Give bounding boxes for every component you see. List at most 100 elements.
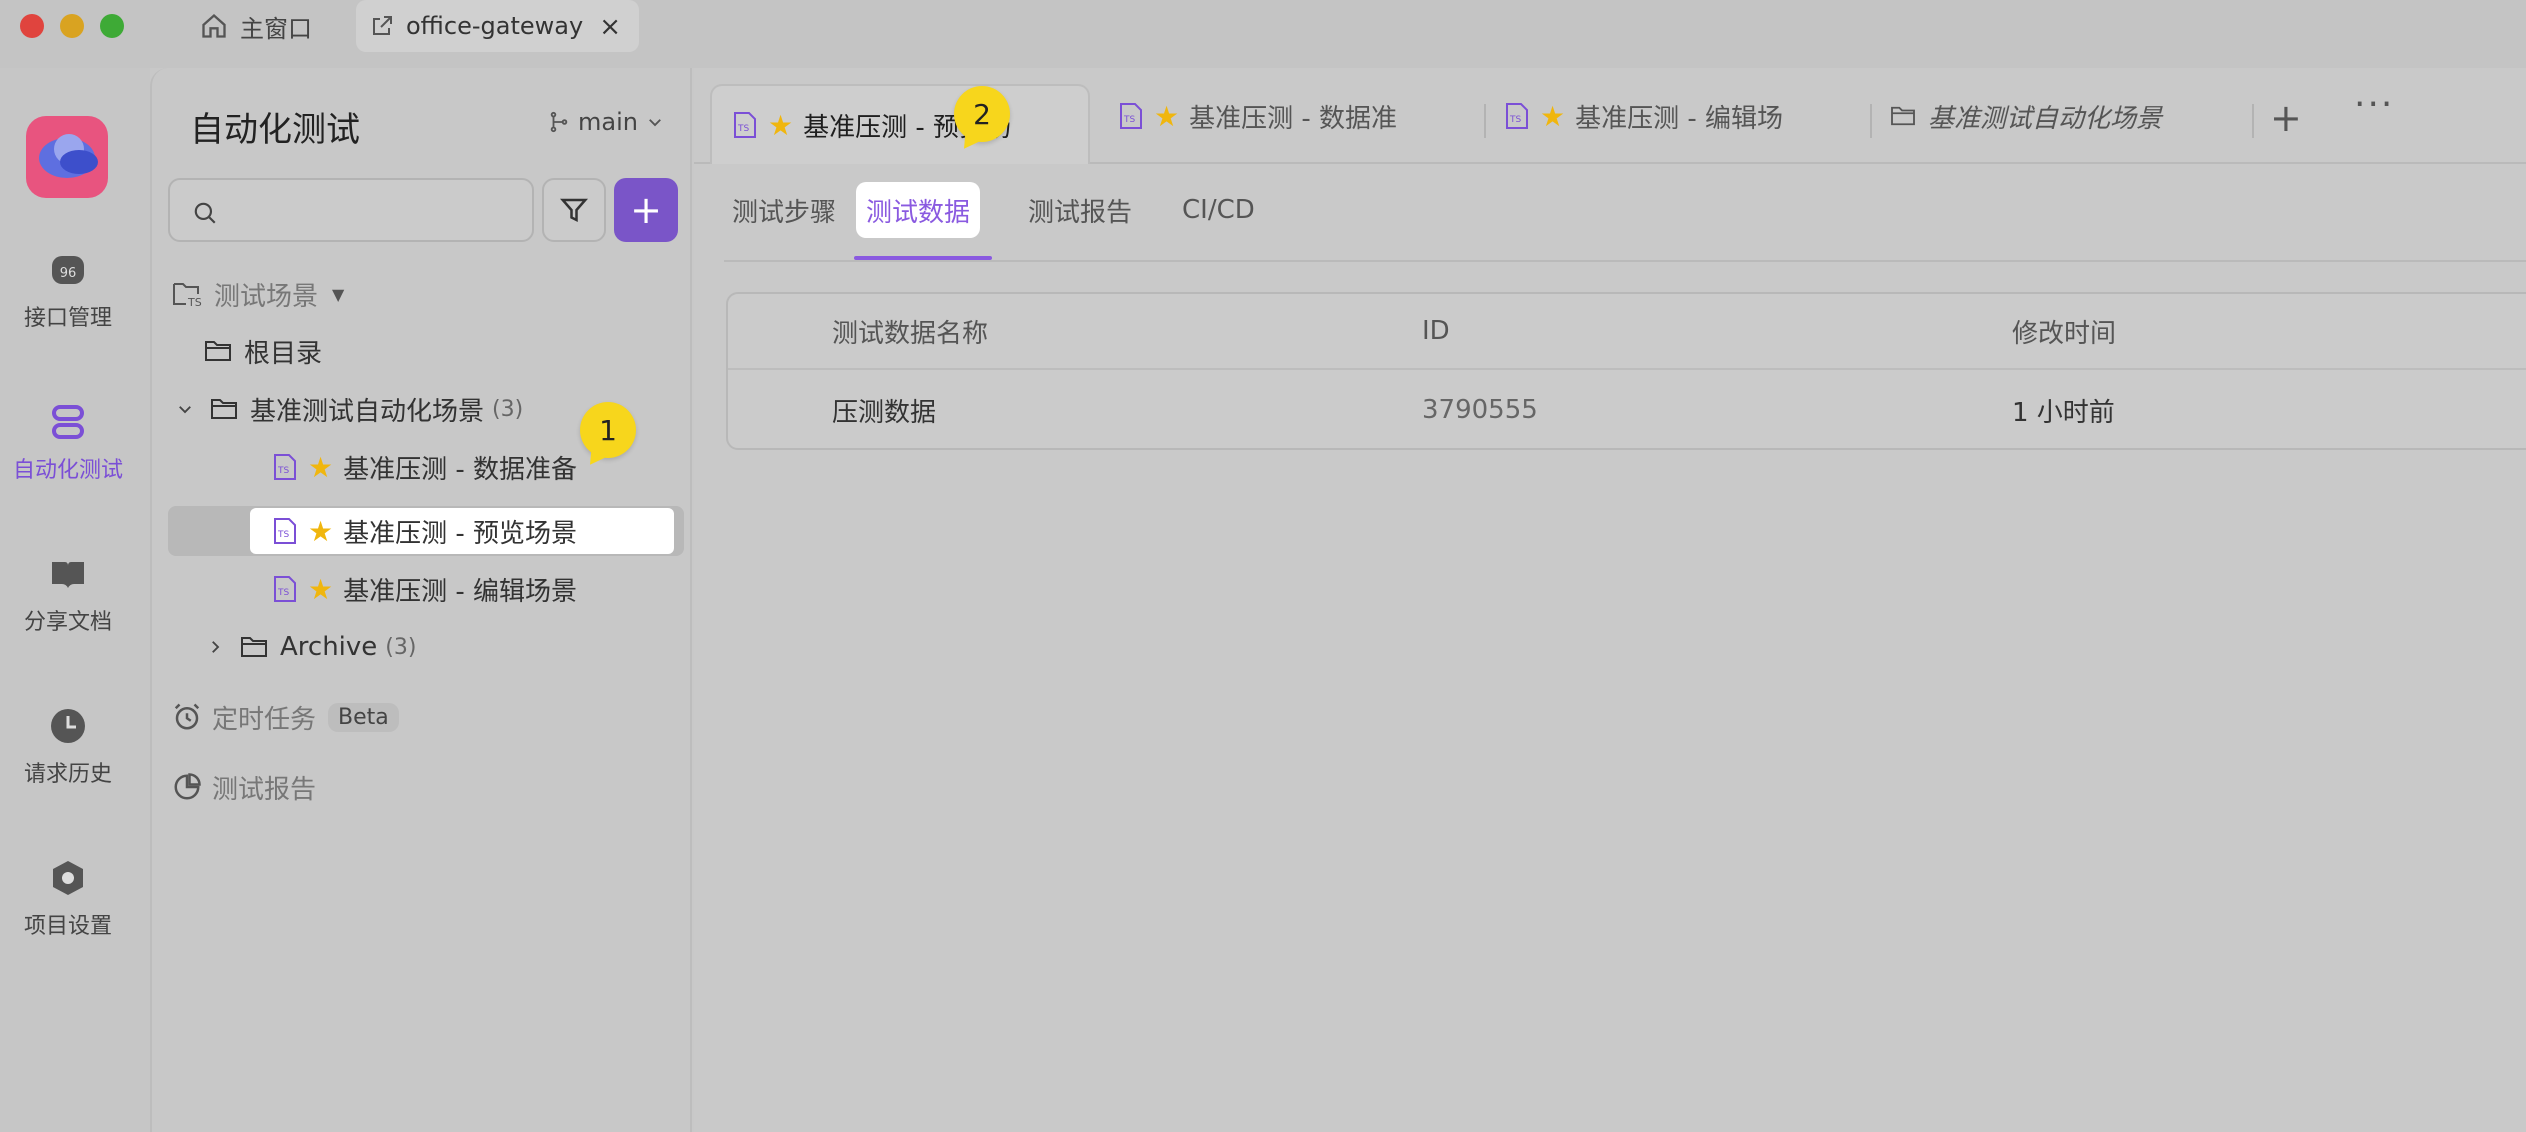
chevron-down-icon (176, 400, 194, 418)
folder-icon (204, 339, 232, 363)
api-icon: 96 (48, 250, 88, 290)
ts-file-icon: TS (1118, 102, 1144, 130)
folder-icon (210, 397, 238, 421)
external-link-icon (370, 14, 394, 38)
caret-down-icon: ▼ (332, 284, 345, 304)
pie-chart-icon (172, 772, 202, 802)
tab-test-steps[interactable]: 测试步骤 (732, 182, 836, 238)
ts-file-icon: TS (272, 575, 298, 603)
window-tab-home[interactable]: 主窗口 (200, 0, 312, 52)
chevron-right-icon (206, 638, 224, 656)
star-icon: ★ (308, 572, 334, 606)
doc-tab-label: 基准压测 - 编辑场 (1575, 103, 1784, 134)
window-tab-label: office-gateway (406, 12, 584, 40)
add-button[interactable]: + (614, 178, 678, 242)
tree-root[interactable]: 根目录 (204, 327, 322, 375)
folder-label: Archive (280, 632, 378, 662)
table-cell-modified: 1 小时前 (2012, 397, 2115, 428)
doc-tab-folder[interactable]: 基准测试自动化场景 (1890, 84, 2230, 148)
ts-file-icon: TS (732, 111, 758, 139)
tab-test-data[interactable]: 测试数据 (856, 182, 981, 238)
new-tab-button[interactable]: + (2270, 96, 2302, 140)
main-panel: TS ★ 基准压测 - 预览场 TS ★ 基准压测 - 数据准 TS ★ 基准压… (694, 68, 2526, 1132)
close-tab-icon[interactable]: × (599, 12, 621, 42)
rail-item-label: 请求历史 (23, 762, 112, 787)
maximize-window-button[interactable] (100, 14, 124, 38)
sidebar: 自动化测试 main + TS 测试场景 ▼ 根目录 基准测试自动化场景 (3)… (150, 68, 692, 1132)
scheduled-tasks-label: 定时任务 (212, 704, 317, 735)
test-data-table: 测试数据名称 ID 修改时间 压测数据 3790555 1 小时前 (726, 292, 2526, 450)
book-icon (48, 554, 88, 594)
app-logo[interactable] (26, 116, 108, 198)
annotation-marker-1: 1 (580, 402, 636, 458)
svg-text:TS: TS (277, 466, 289, 476)
ts-file-icon: TS (272, 453, 298, 481)
sub-tab-bar: 测试步骤 测试数据 测试报告 CI/CD (724, 178, 2526, 262)
ts-file-icon: TS (272, 517, 298, 545)
settings-hex-icon (48, 858, 88, 898)
svg-text:TS: TS (187, 296, 202, 308)
rail-item-label: 项目设置 (23, 914, 112, 939)
tree-item-data-prep[interactable]: TS ★ 基准压测 - 数据准备 (272, 443, 577, 491)
test-reports-item[interactable]: 测试报告 (172, 763, 316, 811)
tab-cicd[interactable]: CI/CD (1182, 182, 1255, 238)
tree-root-label: 根目录 (244, 338, 323, 369)
svg-text:TS: TS (277, 530, 289, 540)
folder-icon (240, 635, 268, 659)
page-title: 自动化测试 (190, 110, 360, 150)
alarm-clock-icon (172, 702, 202, 732)
tree-item-edit[interactable]: TS ★ 基准压测 - 编辑场景 (272, 565, 577, 613)
svg-text:TS: TS (1123, 115, 1135, 125)
branch-selector[interactable]: main (548, 108, 664, 136)
minimize-window-button[interactable] (60, 14, 84, 38)
tree-item-preview[interactable]: TS ★ 基准压测 - 预览场景 (272, 507, 577, 555)
window-tab-project[interactable]: office-gateway × (356, 0, 639, 52)
window-tab-label: 主窗口 (240, 14, 312, 43)
folder-icon (1890, 105, 1916, 127)
doc-tab-edit[interactable]: TS ★ 基准压测 - 编辑场 (1504, 84, 1854, 148)
automation-icon (48, 402, 88, 442)
doc-tab-preview[interactable]: TS ★ 基准压测 - 预览场 (710, 84, 1090, 164)
search-input[interactable] (168, 178, 534, 242)
scenarios-header[interactable]: TS 测试场景 ▼ (172, 270, 344, 318)
ts-file-icon: TS (1504, 102, 1530, 130)
tree-folder-archive[interactable]: Archive (3) (206, 623, 416, 671)
tree-folder-benchmark[interactable]: 基准测试自动化场景 (3) (176, 385, 523, 433)
svg-text:TS: TS (737, 124, 749, 134)
close-window-button[interactable] (20, 14, 44, 38)
star-icon: ★ (308, 450, 334, 484)
rail-item-api[interactable]: 96 接口管理 (0, 250, 136, 332)
rail-item-settings[interactable]: 项目设置 (0, 858, 136, 940)
svg-text:96: 96 (60, 266, 77, 281)
scenarios-header-label: 测试场景 (214, 281, 319, 312)
branch-label: main (578, 108, 638, 136)
filter-button[interactable] (542, 178, 606, 242)
more-icon[interactable]: ··· (2354, 84, 2394, 125)
nav-rail: 96 接口管理 自动化测试 分享文档 请求历史 项目设置 (0, 68, 150, 1132)
rail-item-automation[interactable]: 自动化测试 (0, 402, 136, 484)
chevron-down-icon (646, 113, 664, 131)
annotation-marker-2: 2 (954, 86, 1010, 142)
column-header[interactable]: ID (1422, 294, 1450, 368)
tree-item-label: 基准压测 - 数据准备 (343, 454, 578, 485)
star-icon: ★ (308, 514, 334, 548)
tab-divider (1870, 104, 1872, 138)
table-cell-name: 压测数据 (832, 397, 937, 428)
folder-label: 基准测试自动化场景 (250, 396, 485, 427)
rail-item-label: 分享文档 (23, 610, 112, 635)
folder-count: (3) (492, 396, 524, 422)
table-row[interactable]: 压测数据 3790555 1 小时前 (728, 370, 2526, 448)
active-tab-indicator (854, 256, 992, 260)
column-header[interactable]: 修改时间 (2012, 294, 2116, 368)
test-reports-label: 测试报告 (212, 774, 317, 805)
scheduled-tasks-item[interactable]: 定时任务 Beta (172, 693, 399, 741)
doc-tab-data-prep[interactable]: TS ★ 基准压测 - 数据准 (1118, 84, 1468, 148)
rail-item-history[interactable]: 请求历史 (0, 706, 136, 788)
tab-test-report[interactable]: 测试报告 (1028, 182, 1132, 238)
rail-item-docs[interactable]: 分享文档 (0, 554, 136, 636)
tab-divider (1484, 104, 1486, 138)
column-header[interactable]: 测试数据名称 (832, 294, 988, 368)
title-bar: 主窗口 office-gateway × (0, 0, 2526, 68)
svg-text:TS: TS (277, 588, 289, 598)
svg-text:TS: TS (1509, 115, 1521, 125)
